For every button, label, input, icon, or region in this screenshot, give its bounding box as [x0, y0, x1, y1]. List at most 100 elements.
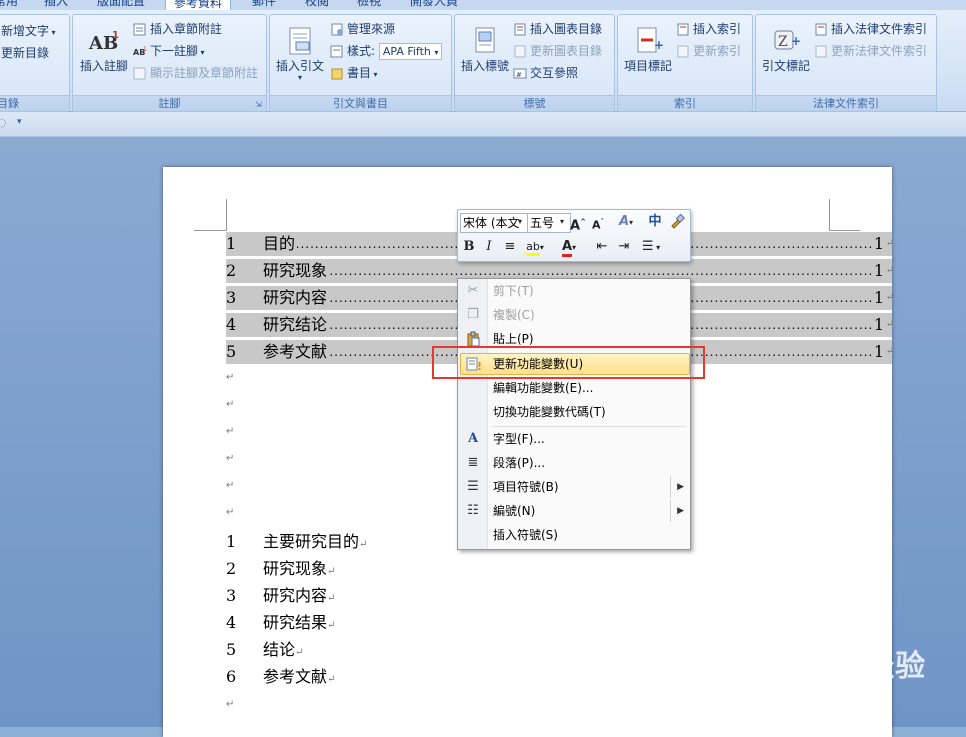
update-table-button[interactable]: 更新圖表目錄 [513, 43, 602, 61]
tab-view[interactable]: 檢視 [357, 0, 381, 10]
toc-number: 4 [226, 315, 237, 334]
svg-text:1: 1 [112, 30, 119, 41]
menu-item-copy[interactable]: ❐ 複製(C) [460, 304, 688, 326]
list-text-value: 参考文献 [263, 667, 328, 686]
menu-item-edit-field[interactable]: 編輯功能變數(E)... [460, 377, 688, 399]
add-text-label: 新增文字 [1, 24, 50, 38]
update-index-button[interactable]: 更新索引 [676, 43, 741, 61]
bold-icon[interactable]: B [462, 238, 476, 256]
update-toa-icon [814, 45, 828, 58]
tab-references[interactable]: 參考資料 [165, 0, 232, 10]
menu-item-bullets[interactable]: ☰ 項目符號(B) ▶ [460, 476, 688, 498]
insert-toa-icon [814, 23, 828, 36]
insert-footnote-label: 插入註腳 [79, 59, 128, 73]
style-value: APA Fifth [382, 45, 431, 58]
dialog-launcher-icon[interactable]: ⇲ [254, 100, 263, 109]
group-label-footnotes: 註腳 [73, 95, 266, 111]
menu-item-font[interactable]: A 字型(F)... [460, 428, 688, 450]
menu-separator [491, 426, 686, 427]
tab-review[interactable]: 校閱 [305, 0, 329, 10]
update-toc-button[interactable]: 更新目錄 [1, 45, 49, 63]
menu-item-toggle-field-codes[interactable]: 切換功能變數代碼(T) [460, 401, 688, 423]
insert-toa-button[interactable]: 插入法律文件索引 [814, 21, 927, 39]
italic-icon[interactable]: I [482, 238, 496, 256]
numbered-list-icon: ☷ [467, 503, 479, 518]
paragraph-mark: ↵ [885, 238, 894, 249]
paragraph-mark: ↵ [885, 292, 894, 303]
copy-icon: ❐ [467, 307, 479, 322]
list-text-value: 研究现象 [263, 559, 328, 578]
next-footnote-button[interactable]: AB 1 下一註腳 ▾ [133, 43, 205, 61]
tab-mailings[interactable]: 郵件 [252, 0, 276, 10]
add-text-button[interactable]: 新增文字 ▾ [1, 23, 56, 41]
decrease-indent-icon[interactable]: ⇤ [594, 238, 610, 256]
bibliography-button[interactable]: 書目 ▾ [330, 65, 378, 83]
insert-table-of-figures-button[interactable]: 插入圖表目錄 [513, 21, 602, 39]
tab-developer[interactable]: 開發人員 [410, 0, 458, 10]
insert-endnote-button[interactable]: 插入章節附註 [133, 21, 222, 39]
insert-index-button[interactable]: 插入索引 [676, 21, 741, 39]
mark-entry-button[interactable]: + 項目標記 [622, 25, 674, 74]
menu-item-numbering-label: 編號(N) [493, 504, 536, 518]
grow-font-icon[interactable]: A^ [570, 213, 586, 233]
toc-number: 5 [226, 342, 237, 361]
menu-item-copy-label: 複製(C) [493, 308, 535, 322]
ribbon-tabs: 常用 插入 版面配置 參考資料 郵件 校閱 檢視 開發人員 [0, 0, 966, 10]
tab-home[interactable]: 常用 [0, 0, 18, 10]
styles-icon[interactable]: A▾ [614, 213, 638, 231]
show-notes-label: 顯示註腳及章節附註 [150, 66, 259, 80]
toc-title: 研究结论 [263, 313, 330, 337]
format-painter-cn-icon[interactable]: 中 [646, 213, 664, 231]
font-size-value: 五号 [530, 216, 555, 230]
insert-toa-label: 插入法律文件索引 [831, 22, 928, 36]
highlight-icon[interactable]: ab▾ [524, 238, 546, 256]
paragraph-mark: ↵ [885, 319, 894, 330]
svg-text:+: + [791, 34, 801, 48]
cross-reference-button[interactable]: # 交互參照 [513, 65, 578, 83]
insert-index-label: 插入索引 [693, 22, 742, 36]
tab-insert[interactable]: 插入 [44, 0, 68, 10]
manage-sources-label: 管理來源 [347, 22, 396, 36]
style-combo[interactable]: APA Fifth ▾ [378, 43, 443, 60]
insert-citation-button[interactable]: 插入引文 ▾ [274, 25, 326, 82]
toc-number: 2 [226, 261, 237, 280]
tab-layout[interactable]: 版面配置 [97, 0, 145, 10]
svg-text:+: + [654, 38, 664, 52]
mark-citation-button[interactable]: Z + 引文標記 [760, 25, 812, 74]
insert-footnote-button[interactable]: AB 1 插入註腳 [78, 25, 130, 74]
menu-item-toggle-field-codes-label: 切換功能變數代碼(T) [493, 405, 606, 419]
menu-item-cut[interactable]: ✂ 剪下(T) [460, 280, 688, 302]
empty-paragraph-mark: ↵ [226, 453, 235, 464]
brush-icon[interactable] [668, 213, 686, 231]
list-number: 4 [226, 613, 237, 632]
size-dropdown-icon[interactable]: ▾ [558, 213, 566, 231]
show-notes-icon [133, 67, 147, 80]
citation-icon [284, 25, 316, 57]
increase-indent-icon[interactable]: ⇥ [616, 238, 632, 256]
shrink-font-icon[interactable]: Aˇ [590, 213, 606, 232]
bullets-icon[interactable]: ☰ ▾ [638, 238, 664, 256]
menu-item-paragraph-label: 段落(P)... [493, 456, 546, 470]
quick-access-bar: ◌ ▾ [0, 112, 966, 137]
mark-entry-icon: + [632, 25, 664, 57]
paragraph-mark: ↵ [885, 265, 894, 276]
font-dropdown-icon[interactable]: ▾ [516, 213, 524, 231]
customize-dropdown-icon[interactable]: ▾ [17, 117, 22, 127]
font-color-icon[interactable]: A▾ [558, 238, 580, 257]
list-number: 1 [226, 532, 237, 551]
menu-item-bullets-label: 項目符號(B) [493, 480, 559, 494]
update-toa-button[interactable]: 更新法律文件索引 [814, 43, 927, 61]
scissors-icon: ✂ [467, 283, 479, 298]
center-align-icon[interactable]: ≡ [502, 238, 518, 256]
show-notes-button[interactable]: 顯示註腳及章節附註 [133, 65, 258, 83]
group-citations: 插入引文 ▾ 管理來源 樣式: APA Fifth ▾ 書目 ▾ 引文與書目 [269, 14, 452, 112]
manage-sources-button[interactable]: 管理來源 [330, 21, 395, 39]
insert-caption-button[interactable]: 插入標號 [459, 25, 511, 74]
menu-item-insert-symbol[interactable]: 插入符號(S) [460, 524, 688, 546]
style-selector[interactable]: 樣式: APA Fifth ▾ [330, 43, 443, 61]
undo-icon[interactable]: ◌ [0, 116, 7, 129]
menu-item-numbering[interactable]: ☷ 編號(N) ▶ [460, 500, 688, 522]
menu-item-paragraph[interactable]: ≣ 段落(P)... [460, 452, 688, 474]
insert-endnote-label: 插入章節附註 [150, 22, 223, 36]
mark-citation-icon: Z + [770, 25, 802, 57]
